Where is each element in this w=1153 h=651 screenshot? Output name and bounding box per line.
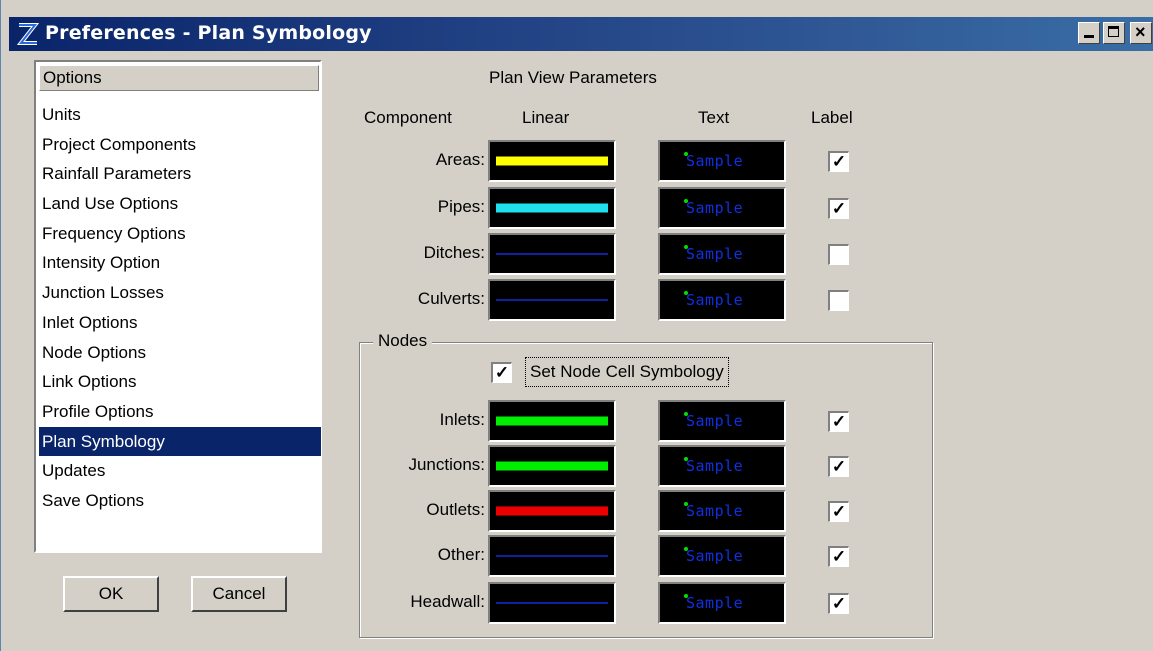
line-style-preview bbox=[496, 506, 608, 516]
component-text-sample[interactable]: Sample bbox=[658, 233, 786, 275]
sample-text: Sample bbox=[686, 502, 744, 520]
options-list-item[interactable]: Inlet Options bbox=[39, 308, 319, 338]
component-label: Pipes: bbox=[437, 197, 485, 216]
node-linear-swatch[interactable] bbox=[488, 400, 616, 442]
sample-text: Sample bbox=[686, 245, 744, 263]
sample-text: Sample bbox=[686, 547, 744, 565]
options-list-items: Units Project Components Rainfall Paramete… bbox=[39, 100, 321, 516]
sample-text: Sample bbox=[686, 594, 744, 612]
options-list-item[interactable]: Intensity Option bbox=[39, 248, 319, 278]
node-linear-swatch[interactable] bbox=[488, 535, 616, 577]
line-style-preview bbox=[496, 203, 608, 213]
node-label-checkbox[interactable]: ✓ bbox=[828, 456, 849, 477]
node-label: Inlets: bbox=[439, 410, 485, 429]
node-text-sample[interactable]: Sample bbox=[658, 400, 786, 442]
node-label: Other: bbox=[437, 545, 485, 564]
component-text-sample[interactable]: Sample bbox=[658, 187, 786, 229]
node-label: Outlets: bbox=[426, 500, 485, 519]
node-text-sample[interactable]: Sample bbox=[658, 445, 786, 487]
options-list-item[interactable]: Units bbox=[39, 100, 319, 130]
set-node-cell-symbology-checkbox[interactable]: ✓ bbox=[491, 362, 512, 383]
column-header-label: Label bbox=[811, 108, 853, 127]
line-style-preview bbox=[496, 299, 608, 301]
sample-text: Sample bbox=[686, 412, 744, 430]
node-text-sample[interactable]: Sample bbox=[658, 535, 786, 577]
window-title: Preferences - Plan Symbology bbox=[45, 22, 372, 44]
node-label-checkbox[interactable]: ✓ bbox=[828, 546, 849, 567]
node-label-checkbox[interactable]: ✓ bbox=[828, 411, 849, 432]
options-list-item[interactable]: Save Options bbox=[39, 486, 319, 516]
component-linear-swatch[interactable] bbox=[488, 233, 616, 275]
node-linear-swatch[interactable] bbox=[488, 445, 616, 487]
node-text-sample[interactable]: Sample bbox=[658, 490, 786, 532]
options-list-item[interactable]: Frequency Options bbox=[39, 219, 319, 249]
plan-view-title: Plan View Parameters bbox=[489, 68, 657, 87]
line-style-preview bbox=[496, 555, 608, 557]
component-text-sample[interactable]: Sample bbox=[658, 279, 786, 321]
component-linear-swatch[interactable] bbox=[488, 187, 616, 229]
sample-text: Sample bbox=[686, 291, 744, 309]
line-style-preview bbox=[496, 602, 608, 604]
component-label-checkbox[interactable] bbox=[828, 244, 849, 265]
cancel-button[interactable]: Cancel bbox=[191, 576, 287, 612]
component-label: Areas: bbox=[435, 150, 485, 169]
options-list-item[interactable]: Plan Symbology bbox=[39, 426, 321, 457]
options-list-item[interactable]: Link Options bbox=[39, 367, 319, 397]
options-list-item[interactable]: Profile Options bbox=[39, 397, 319, 427]
component-label-checkbox[interactable]: ✓ bbox=[828, 151, 849, 172]
line-style-preview bbox=[496, 416, 608, 426]
line-style-preview bbox=[496, 253, 608, 255]
component-label: Ditches: bbox=[423, 243, 485, 262]
node-text-sample[interactable]: Sample bbox=[658, 582, 786, 624]
set-node-cell-symbology-label[interactable]: Set Node Cell Symbology bbox=[525, 357, 729, 387]
options-list-item[interactable]: Junction Losses bbox=[39, 278, 319, 308]
node-label-checkbox[interactable]: ✓ bbox=[828, 593, 849, 614]
sample-text: Sample bbox=[686, 199, 744, 217]
node-label-checkbox[interactable]: ✓ bbox=[828, 501, 849, 522]
ok-button[interactable]: OK bbox=[63, 576, 159, 612]
component-linear-swatch[interactable] bbox=[488, 140, 616, 182]
component-label: Culverts: bbox=[417, 289, 485, 308]
column-header-text: Text bbox=[698, 108, 730, 127]
title-bar[interactable]: Preferences - Plan Symbology × bbox=[9, 17, 1153, 51]
component-text-sample[interactable]: Sample bbox=[658, 140, 786, 182]
sample-text: Sample bbox=[686, 457, 744, 475]
node-linear-swatch[interactable] bbox=[488, 490, 616, 532]
nodes-group-title: Nodes bbox=[373, 331, 433, 351]
node-label: Junctions: bbox=[408, 455, 485, 474]
close-icon: × bbox=[1135, 22, 1146, 42]
column-header-linear: Linear bbox=[522, 108, 570, 127]
options-list[interactable]: Options Units Project Components Rainfall … bbox=[34, 60, 322, 553]
close-button[interactable]: × bbox=[1130, 22, 1152, 44]
sample-text: Sample bbox=[686, 152, 744, 170]
options-list-header[interactable]: Options bbox=[39, 65, 319, 91]
options-list-item[interactable]: Updates bbox=[39, 456, 319, 486]
options-list-item[interactable]: Land Use Options bbox=[39, 189, 319, 219]
preferences-window: Preferences - Plan Symbology × Options U… bbox=[0, 0, 1153, 651]
options-list-item[interactable]: Project Components bbox=[39, 130, 319, 160]
app-logo-icon bbox=[16, 23, 40, 45]
component-linear-swatch[interactable] bbox=[488, 279, 616, 321]
maximize-button[interactable] bbox=[1103, 22, 1125, 44]
node-linear-swatch[interactable] bbox=[488, 582, 616, 624]
column-header-component: Component bbox=[364, 108, 452, 127]
options-list-item[interactable]: Node Options bbox=[39, 338, 319, 368]
component-label-checkbox[interactable]: ✓ bbox=[828, 198, 849, 219]
line-style-preview bbox=[496, 461, 608, 471]
line-style-preview bbox=[496, 156, 608, 166]
node-label: Headwall: bbox=[410, 592, 485, 611]
options-list-item[interactable]: Rainfall Parameters bbox=[39, 159, 319, 189]
minimize-button[interactable] bbox=[1078, 22, 1100, 44]
component-label-checkbox[interactable] bbox=[828, 290, 849, 311]
